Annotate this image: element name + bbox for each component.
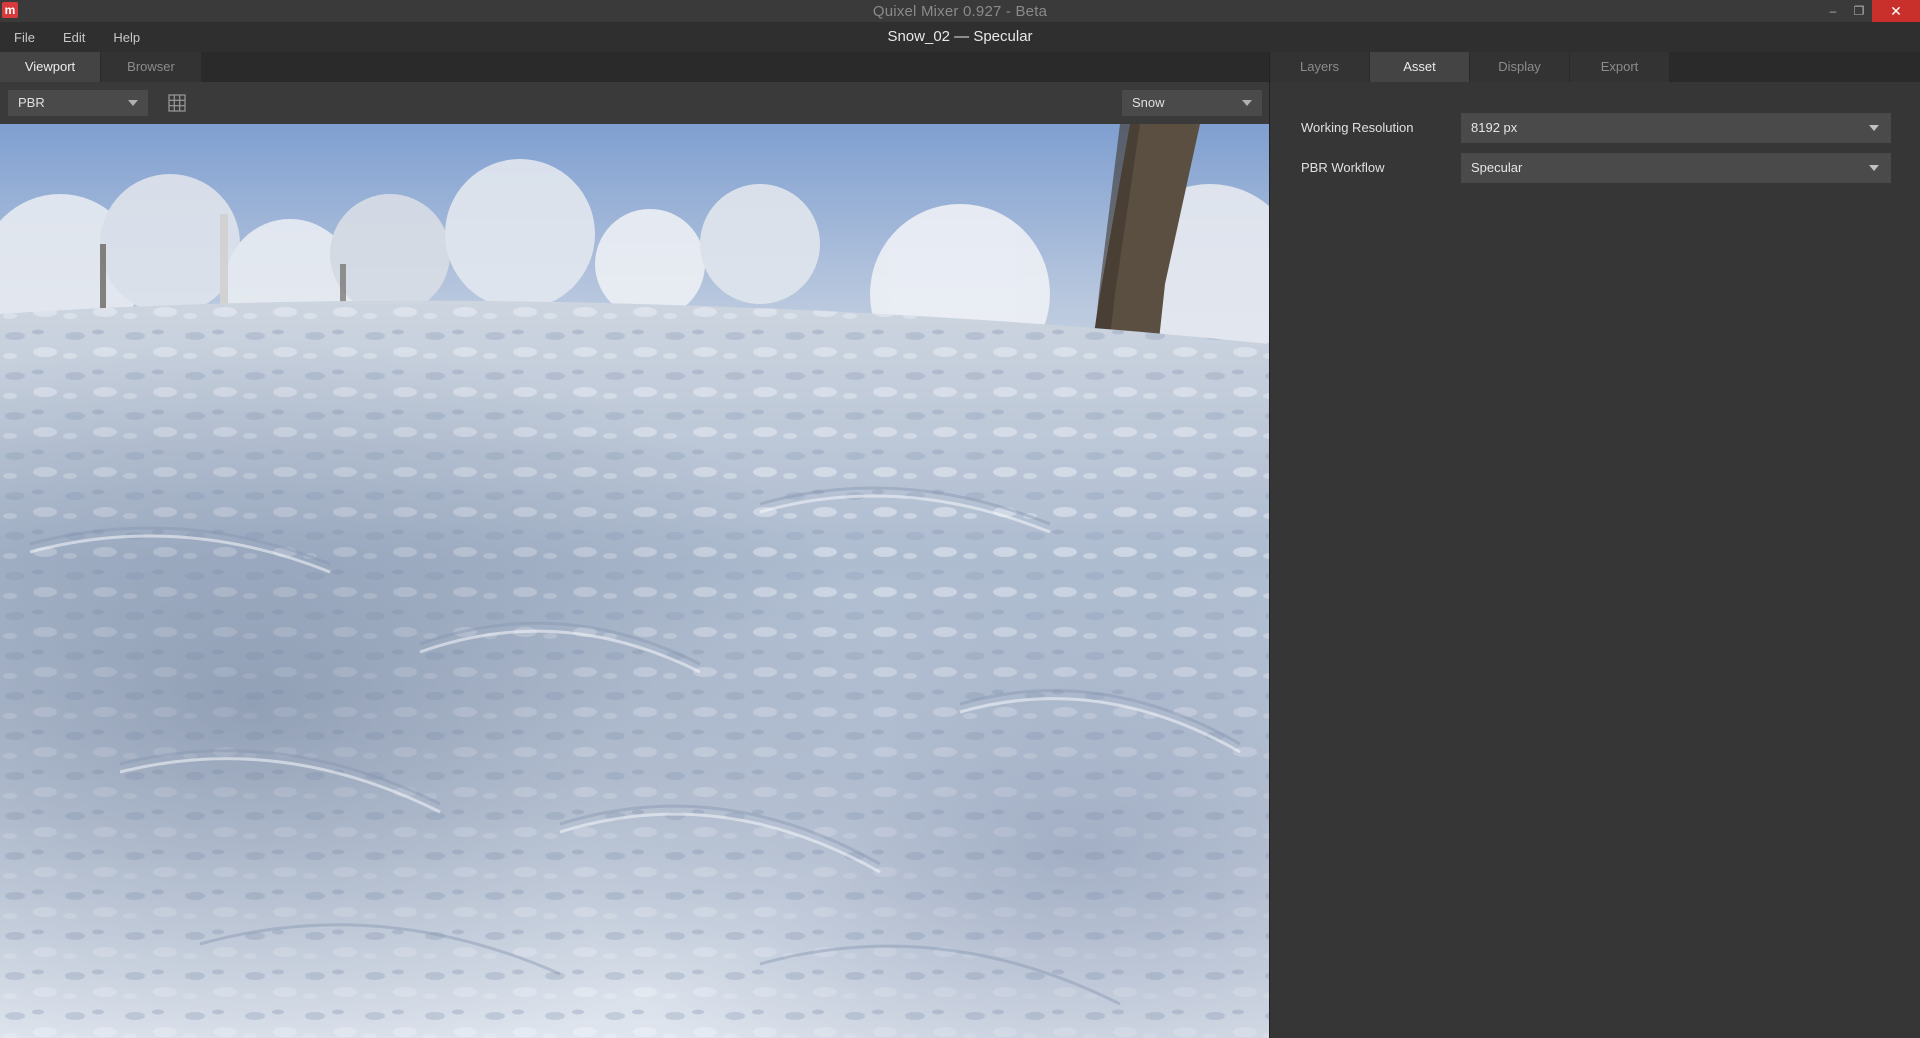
chevron-down-icon [1869,125,1879,131]
render-mode-dropdown[interactable]: PBR [8,90,148,116]
window-title: Quixel Mixer 0.927 - Beta [872,2,1048,20]
environment-value: Snow [1132,95,1165,110]
tab-export[interactable]: Export [1570,52,1669,82]
chevron-down-icon [1869,165,1879,171]
window-controls: – ❐ ✕ [1820,0,1920,22]
menu-help[interactable]: Help [99,30,154,45]
document-title: Snow_02 — Specular [887,28,1033,45]
close-button[interactable]: ✕ [1872,0,1920,22]
tab-viewport[interactable]: Viewport [0,52,100,82]
pbr-workflow-row: PBR Workflow Specular [1301,153,1901,183]
viewport-canvas[interactable] [0,124,1269,1038]
tab-layers[interactable]: Layers [1270,52,1369,82]
app-logo-icon: m [2,2,18,18]
working-resolution-value: 8192 px [1471,120,1518,135]
pbr-workflow-value: Specular [1471,160,1523,175]
viewport-toolbar: PBR Snow [0,82,1269,124]
restore-button[interactable]: ❐ [1846,0,1872,22]
working-resolution-row: Working Resolution 8192 px [1301,113,1901,143]
menu-file[interactable]: File [0,30,49,45]
pbr-workflow-dropdown[interactable]: Specular [1461,153,1891,183]
pbr-workflow-label: PBR Workflow [1301,160,1385,175]
tab-asset[interactable]: Asset [1370,52,1469,82]
properties-panel: Layers Asset Display Export Working Reso… [1269,52,1920,1038]
grid-icon[interactable] [168,94,186,112]
chevron-down-icon [1242,100,1252,106]
snow-material-render [0,124,1269,1038]
working-resolution-label: Working Resolution [1301,120,1414,135]
menu-bar: File Edit Help Snow_02 — Specular [0,22,1920,52]
title-bar: m Quixel Mixer 0.927 - Beta – ❐ ✕ [0,0,1920,22]
left-tab-bar: Viewport Browser [0,52,1269,82]
render-mode-value: PBR [18,95,45,110]
chevron-down-icon [128,100,138,106]
right-tab-bar: Layers Asset Display Export [1270,52,1920,82]
tab-browser[interactable]: Browser [101,52,201,82]
menu-edit[interactable]: Edit [49,30,99,45]
tab-display[interactable]: Display [1470,52,1569,82]
minimize-button[interactable]: – [1820,0,1846,22]
environment-dropdown[interactable]: Snow [1122,90,1262,116]
working-resolution-dropdown[interactable]: 8192 px [1461,113,1891,143]
